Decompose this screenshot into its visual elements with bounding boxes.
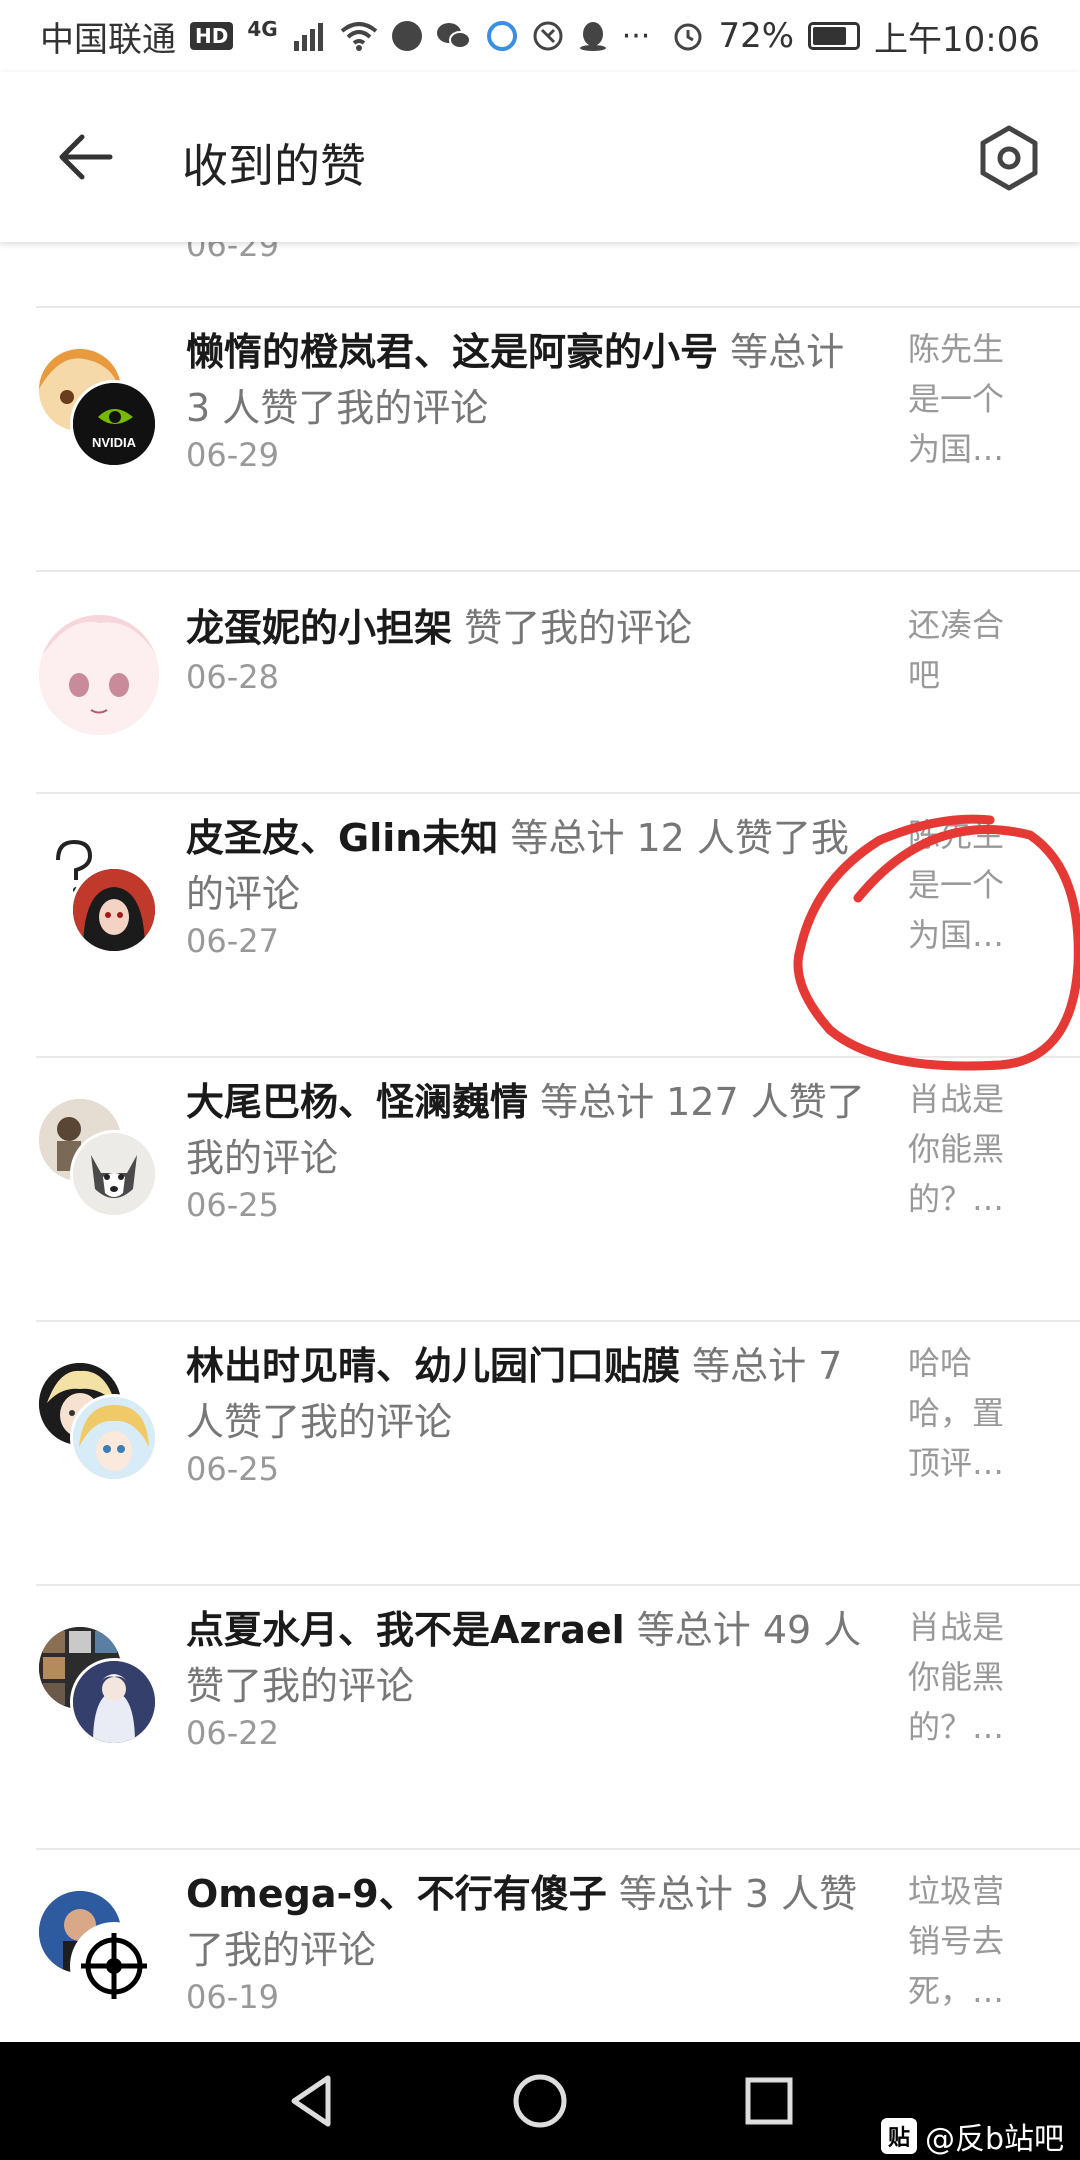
row-date: 06-22 (186, 1714, 279, 1752)
hd-badge: HD (190, 22, 234, 50)
anime-avatar-icon (73, 1661, 155, 1743)
carrier-label: 中国联通 (40, 19, 176, 60)
avatar (36, 612, 162, 738)
svg-text:NVIDIA: NVIDIA (92, 435, 137, 450)
avatar (70, 1922, 158, 2010)
qq-icon (579, 22, 606, 51)
triangle-back-icon[interactable] (280, 2070, 342, 2132)
list-item[interactable]: 大尾巴杨、怪澜巍情 等总计 127 人赞了我的评论 06-25 肖战是你能黑的？… (0, 1058, 1080, 1320)
anime-avatar-icon (39, 615, 159, 735)
like-summary: 赞了我的评论 (452, 606, 693, 650)
battery-percent: 72% (718, 16, 795, 56)
list-item[interactable]: 林出时见晴、幼儿园门口贴膜 等总计 7 人赞了我的评论 06-25 哈哈哈，置顶… (0, 1322, 1080, 1584)
comment-preview: 垃圾营销号去死，… (908, 1872, 1005, 2010)
avatar-stack (36, 1624, 158, 1746)
avatar: NVIDIA (70, 380, 158, 468)
liker-names[interactable]: 大尾巴杨、怪澜巍情 (186, 1080, 528, 1124)
list-item[interactable]: 点夏水月、我不是Azrael 等总计 49 人赞了我的评论 06-22 肖战是你… (0, 1586, 1080, 1848)
row-date: 06-29 (186, 436, 279, 474)
network-type: 4G (247, 17, 278, 41)
likes-list: 06-29 NVIDIA 懒惰的橙岚君、这是阿豪的小号 等总计 3 人赞了我的评… (0, 242, 1080, 2042)
liker-names[interactable]: 皮圣皮、Glin未知 (186, 816, 498, 860)
signal-icon (293, 23, 323, 51)
tieba-logo-icon: 贴 (880, 2118, 917, 2154)
liker-names[interactable]: 点夏水月、我不是Azrael (186, 1608, 625, 1652)
row-text: 点夏水月、我不是Azrael 等总计 49 人赞了我的评论 (186, 1602, 876, 1714)
wechat-icon (436, 23, 471, 49)
liker-names[interactable]: Omega-9、不行有傻子 (186, 1872, 607, 1916)
top-app-bar: 收到的赞 (0, 72, 1080, 242)
avatar (70, 1394, 158, 1482)
anime-avatar-icon (73, 869, 155, 951)
wifi-icon (340, 22, 377, 51)
liker-names[interactable]: 懒惰的橙岚君、这是阿豪的小号 (186, 330, 718, 374)
status-bar: 中国联通 HD 4G ··· 72% 上午10:06 (0, 0, 1080, 72)
avatar (70, 1130, 158, 1218)
list-item[interactable]: 龙蛋妮的小担架 赞了我的评论 06-28 还凑合吧 (0, 572, 1080, 792)
comment-preview: 哈哈哈，置顶评… (908, 1344, 1005, 1482)
avatar-stack (36, 1360, 158, 1482)
more-icon: ··· (621, 18, 651, 54)
avatar-stack (36, 1096, 158, 1218)
partial-date: 06-29 (186, 242, 279, 264)
avatar-stack (36, 832, 158, 954)
list-item[interactable]: NVIDIA 懒惰的橙岚君、这是阿豪的小号 等总计 3 人赞了我的评论 06-2… (0, 308, 1080, 570)
row-date: 06-27 (186, 922, 279, 960)
nvidia-logo-icon: NVIDIA (73, 383, 155, 465)
row-date: 06-28 (186, 658, 279, 696)
avatar-stack (36, 612, 162, 738)
comment-preview: 陈先生是一个为国… (908, 330, 1005, 468)
row-date: 06-19 (186, 1978, 279, 2016)
avatar (70, 1658, 158, 1746)
notification-icon (391, 21, 422, 51)
clock: 上午10:06 (874, 19, 1040, 60)
back-arrow-icon[interactable] (50, 122, 120, 192)
avatar-stack: NVIDIA (36, 346, 158, 468)
list-item[interactable]: Omega-9、不行有傻子 等总计 3 人赞了我的评论 06-19 垃圾营销号去… (0, 1850, 1080, 2042)
anime-avatar-icon (73, 1397, 155, 1479)
hexagon-settings-icon[interactable] (975, 124, 1043, 192)
row-text: 林出时见晴、幼儿园门口贴膜 等总计 7 人赞了我的评论 (186, 1338, 876, 1450)
battery-icon (808, 22, 861, 50)
circle-home-icon[interactable] (509, 2070, 571, 2132)
comment-preview: 陈先生是一个为国… (908, 816, 1005, 954)
comment-preview: 肖战是你能黑的？… (908, 1608, 1005, 1746)
comment-preview: 还凑合吧 (908, 606, 1005, 694)
avatar (70, 866, 158, 954)
avatar-stack (36, 1888, 158, 2010)
comment-preview: 肖战是你能黑的？… (908, 1080, 1005, 1218)
status-left: 中国联通 HD 4G ··· (40, 12, 650, 61)
row-text: Omega-9、不行有傻子 等总计 3 人赞了我的评论 (186, 1866, 876, 1978)
page-title: 收到的赞 (182, 139, 366, 193)
row-text: 皮圣皮、Glin未知 等总计 12 人赞了我的评论 (186, 810, 876, 922)
liker-names[interactable]: 林出时见晴、幼儿园门口贴膜 (186, 1344, 680, 1388)
row-text: 龙蛋妮的小担架 赞了我的评论 (186, 600, 876, 656)
alarm-icon (674, 23, 702, 51)
app-icon (533, 21, 563, 51)
row-date: 06-25 (186, 1450, 279, 1488)
square-recents-icon[interactable] (738, 2070, 800, 2132)
row-text: 大尾巴杨、怪澜巍情 等总计 127 人赞了我的评论 (186, 1074, 876, 1186)
crosshair-logo-icon (73, 1925, 155, 2007)
row-text: 懒惰的橙岚君、这是阿豪的小号 等总计 3 人赞了我的评论 (186, 324, 876, 436)
status-right: 72% 上午10:06 (672, 12, 1040, 61)
watermark-text: @反b站吧 (924, 2122, 1064, 2157)
app-icon (486, 21, 517, 51)
row-date: 06-25 (186, 1186, 279, 1224)
list-item[interactable]: 皮圣皮、Glin未知 等总计 12 人赞了我的评论 06-27 陈先生是一个为国… (0, 794, 1080, 1056)
husky-dog-icon (73, 1133, 155, 1215)
watermark: 贴 @反b站吧 (880, 2114, 1064, 2158)
liker-names[interactable]: 龙蛋妮的小担架 (186, 606, 452, 650)
